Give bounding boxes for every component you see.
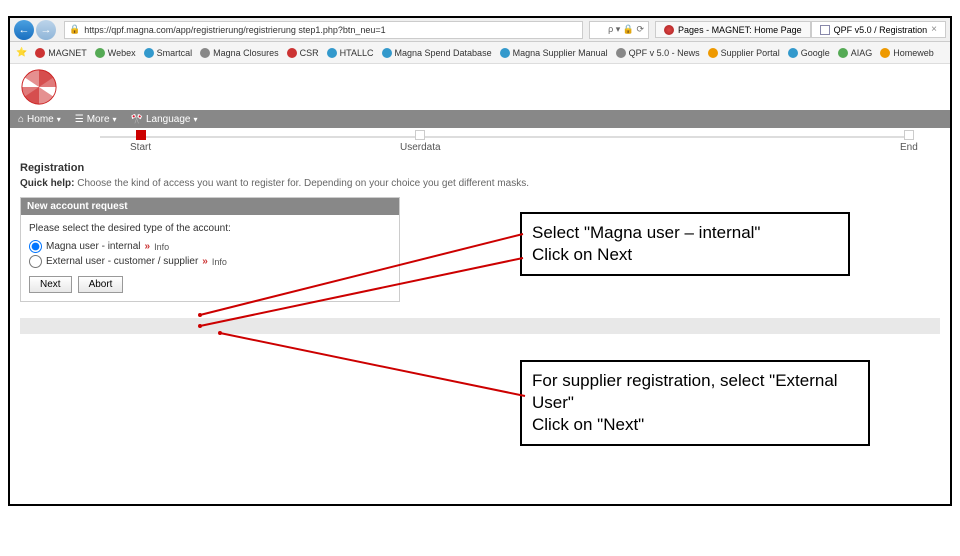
url-text: https://qpf.magna.com/app/registrierung/… [84, 25, 385, 35]
favorites-icon[interactable]: ⭐ [16, 47, 27, 58]
menu-more[interactable]: ☰ More▾ [75, 114, 117, 125]
slide-frame: ← → 🔒 https://qpf.magna.com/app/registri… [8, 16, 952, 506]
tab-strip: Pages - MAGNET: Home Page QPF v5.0 / Reg… [655, 21, 946, 38]
tab-favicon-blue [820, 25, 830, 35]
address-bar[interactable]: 🔒 https://qpf.magna.com/app/registrierun… [64, 21, 583, 39]
callout-external: For supplier registration, select "Exter… [520, 360, 870, 446]
favicon-icon [382, 48, 392, 58]
bookmark[interactable]: Webex [95, 48, 136, 58]
app-menu-bar: ⌂ Home▾ ☰ More▾ 🎌 Language▾ [10, 110, 950, 128]
panel-title: New account request [21, 198, 399, 215]
radio-internal[interactable] [29, 240, 42, 253]
bookmark[interactable]: AIAG [838, 48, 873, 58]
favicon-icon [327, 48, 337, 58]
bookmark[interactable]: Magna Supplier Manual [500, 48, 608, 58]
bookmark[interactable]: Homeweb [880, 48, 934, 58]
step-userdata: Userdata [400, 130, 441, 153]
magna-logo-icon [20, 68, 58, 106]
footer-strip [20, 318, 940, 334]
panel-prompt: Please select the desired type of the ac… [29, 223, 391, 234]
bookmark[interactable]: Magna Spend Database [382, 48, 492, 58]
bookmark[interactable]: Magna Closures [200, 48, 279, 58]
list-icon: ☰ [75, 114, 84, 125]
radio-external[interactable] [29, 255, 42, 268]
progress-steps: Start Userdata End [10, 128, 950, 162]
step-start: Start [130, 130, 151, 153]
lock-icon: 🔒 [69, 24, 80, 35]
search-controls[interactable]: ρ ▾ 🔒 ⟳ [589, 21, 649, 39]
bookmark[interactable]: HTALLC [327, 48, 374, 58]
close-icon[interactable]: × [931, 24, 937, 35]
option-external[interactable]: External user - customer / supplier » In… [29, 255, 391, 268]
favicon-icon [616, 48, 626, 58]
step-end: End [900, 130, 918, 153]
favicon-icon [144, 48, 154, 58]
favicon-icon [880, 48, 890, 58]
menu-language[interactable]: 🎌 Language▾ [131, 114, 198, 125]
favicon-icon [708, 48, 718, 58]
callout-internal: Select "Magna user – internal" Click on … [520, 212, 850, 276]
bookmark[interactable]: Smartcal [144, 48, 193, 58]
bookmark[interactable]: Google [788, 48, 830, 58]
next-button[interactable]: Next [29, 276, 72, 293]
favicon-icon [35, 48, 45, 58]
option-internal[interactable]: Magna user - internal » Info [29, 240, 391, 253]
nav-back-button[interactable]: ← [14, 20, 34, 40]
tab-label: Pages - MAGNET: Home Page [678, 25, 802, 35]
quick-help: Quick help: Choose the kind of access yo… [20, 178, 940, 189]
bookmark[interactable]: QPF v 5.0 - News [616, 48, 700, 58]
bookmark[interactable]: Supplier Portal [708, 48, 780, 58]
ie-toolbar: ← → 🔒 https://qpf.magna.com/app/registri… [10, 18, 950, 42]
tab-pages[interactable]: Pages - MAGNET: Home Page [655, 21, 811, 38]
favicon-icon [838, 48, 848, 58]
bookmark[interactable]: MAGNET [35, 48, 87, 58]
page-title: Registration [20, 162, 940, 174]
tab-qpf[interactable]: QPF v5.0 / Registration × [811, 21, 946, 38]
favicon-icon [287, 48, 297, 58]
bookmarks-bar: ⭐ MAGNET Webex Smartcal Magna Closures C… [10, 42, 950, 64]
menu-home[interactable]: ⌂ Home▾ [18, 114, 61, 125]
abort-button[interactable]: Abort [78, 276, 124, 293]
favicon-icon [788, 48, 798, 58]
favicon-icon [95, 48, 105, 58]
tab-favicon-red [664, 25, 674, 35]
bookmark[interactable]: CSR [287, 48, 319, 58]
favicon-icon [500, 48, 510, 58]
nav-forward-button[interactable]: → [36, 20, 56, 40]
favicon-icon [200, 48, 210, 58]
account-request-panel: New account request Please select the de… [20, 197, 400, 302]
logo-area [10, 64, 950, 110]
home-icon: ⌂ [18, 114, 24, 125]
tab-label: QPF v5.0 / Registration [834, 25, 928, 35]
flag-icon: 🎌 [131, 114, 143, 125]
